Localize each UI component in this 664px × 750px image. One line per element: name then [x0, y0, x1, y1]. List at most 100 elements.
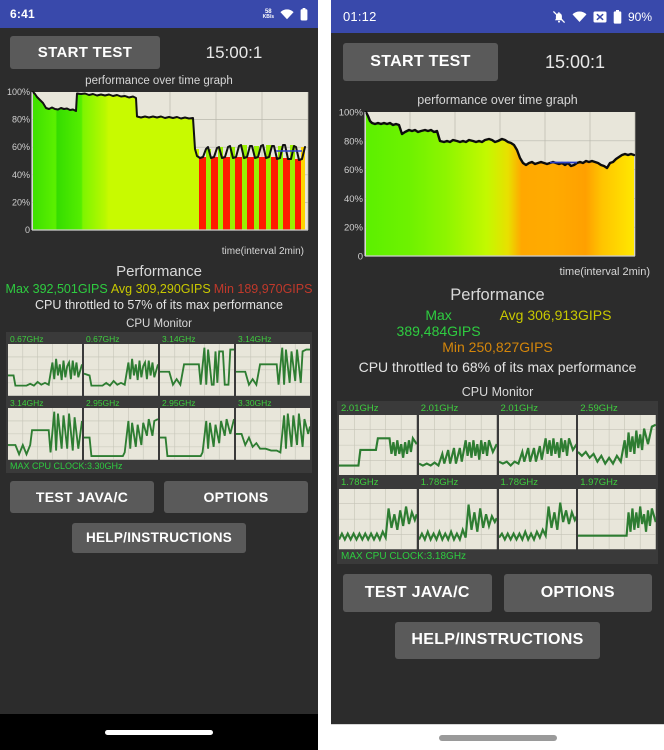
cpu-core-cell: 0.67GHz: [8, 334, 82, 396]
cpu-core-freq: 1.78GHz: [500, 477, 539, 489]
min-gips-value: Min 189,970GIPS: [213, 282, 313, 296]
svg-text:60%: 60%: [12, 142, 30, 152]
action-button-row: TEST JAVA/C OPTIONS: [0, 473, 318, 513]
help-instructions-button[interactable]: HELP/INSTRUCTIONS: [395, 621, 600, 659]
test-java-c-button[interactable]: TEST JAVA/C: [343, 573, 492, 612]
performance-heading: Performance: [450, 286, 545, 304]
options-button[interactable]: OPTIONS: [503, 573, 652, 612]
avg-gips-value: Avg 309,290GIPS: [110, 282, 211, 296]
panel-divider: [318, 0, 331, 750]
svg-text:80%: 80%: [344, 136, 364, 147]
bell-muted-icon: [552, 10, 566, 24]
toolbar-right: START TEST 15:00:1: [331, 33, 664, 87]
performance-chart-left: 100% 80% 60% 40% 20% 0 time(interval 2mi…: [6, 88, 312, 257]
cpu-core-freq: 3.14GHz: [238, 334, 272, 344]
status-bar-left: 6:41 58 KB/s: [0, 0, 318, 28]
status-bar-right: 01:12 90%: [331, 0, 664, 33]
throttle-summary: CPU throttled to 57% of its max performa…: [34, 298, 284, 312]
cpu-core-cell: 3.30GHz: [236, 398, 310, 460]
cpu-core-cell: 2.59GHz: [578, 403, 656, 476]
cpu-monitor-panel: 0.67GHz 0.67GHz 3.14GHz 3.14GHz 3.14GHz …: [6, 332, 312, 473]
cpu-core-cell: 1.78GHz: [339, 477, 417, 550]
svg-text:100%: 100%: [339, 108, 364, 119]
max-gips-value: Max 389,484GIPS: [396, 307, 481, 339]
cpu-core-cell: 1.97GHz: [578, 477, 656, 550]
max-cpu-clock: MAX CPU CLOCK:3.30GHz: [10, 460, 123, 471]
status-bar-clock: 01:12: [343, 9, 377, 24]
svg-text:20%: 20%: [344, 223, 364, 234]
start-test-button[interactable]: START TEST: [10, 36, 160, 69]
cpu-core-freq: 2.95GHz: [86, 397, 120, 408]
cpu-core-freq: 2.01GHz: [420, 403, 459, 414]
max-cpu-clock: MAX CPU CLOCK:3.18GHz: [341, 550, 467, 562]
svg-text:100%: 100%: [7, 88, 30, 97]
cpu-core-cell: 2.95GHz: [160, 398, 234, 460]
no-sim-icon: [593, 11, 607, 23]
performance-chart-right: 100% 80% 60% 40% 20% 0 time(interval 2mi…: [337, 108, 658, 278]
cpu-core-cell: 2.95GHz: [84, 398, 158, 460]
cpu-core-cell: 3.14GHz: [236, 334, 310, 396]
app-content-right: START TEST 15:00:1 performance over time…: [331, 33, 664, 724]
cpu-core-freq: 1.97GHz: [580, 477, 618, 489]
battery-icon: [613, 9, 622, 24]
performance-stats: Max 392,501GIPS Avg 309,290GIPS Min 189,…: [0, 280, 318, 296]
timer-display: 15:00:1: [205, 42, 263, 62]
phone-screen-left: 6:41 58 KB/s START TEST 15:00:1 performa…: [0, 0, 318, 750]
cpu-monitor-panel: 2.01GHz 2.01GHz 2.01GHz 2.59GHz 1.78GHz …: [337, 401, 658, 564]
svg-text:20%: 20%: [12, 197, 30, 207]
system-nav-bar-right: [331, 724, 664, 750]
cpu-core-freq: 2.95GHz: [162, 397, 196, 408]
phone-screen-right: 01:12 90% START TEST 15:00:1 performance…: [331, 0, 664, 750]
svg-text:60%: 60%: [344, 165, 364, 176]
cpu-core-cell: 1.78GHz: [498, 477, 577, 550]
chart-title: performance over time graph: [85, 75, 233, 87]
status-bar-icons: 90%: [552, 9, 652, 24]
wifi-icon: [572, 11, 587, 23]
dual-phone-screenshot: 6:41 58 KB/s START TEST 15:00:1 performa…: [0, 0, 664, 750]
cpu-monitor-heading: CPU Monitor: [126, 318, 192, 330]
cpu-core-grid: 0.67GHz 0.67GHz 3.14GHz 3.14GHz 3.14GHz …: [8, 334, 310, 460]
help-instructions-button[interactable]: HELP/INSTRUCTIONS: [71, 522, 247, 553]
toolbar-left: START TEST 15:00:1: [0, 28, 318, 73]
app-content-left: START TEST 15:00:1 performance over time…: [0, 28, 318, 714]
svg-text:0: 0: [25, 225, 30, 235]
wifi-icon: [280, 8, 294, 20]
min-gips-value: Min 250,827GIPS: [442, 339, 553, 355]
cpu-monitor-heading: CPU Monitor: [461, 385, 534, 399]
home-indicator[interactable]: [438, 734, 557, 741]
test-java-c-button[interactable]: TEST JAVA/C: [10, 480, 154, 513]
home-indicator[interactable]: [105, 729, 213, 735]
performance-stats: Max 389,484GIPS Avg 306,913GIPS Min 250,…: [331, 305, 664, 355]
action-button-row: TEST JAVA/C OPTIONS: [331, 564, 664, 612]
cpu-core-freq: 3.30GHz: [238, 397, 272, 408]
system-nav-bar-left: [0, 714, 318, 750]
max-gips-value: Max 392,501GIPS: [5, 282, 108, 296]
timer-display: 15:00:1: [544, 51, 606, 72]
cpu-core-freq: 3.14GHz: [162, 334, 196, 344]
cpu-core-freq: 0.67GHz: [10, 334, 44, 344]
throttle-summary: CPU throttled to 68% of its max performa…: [358, 359, 637, 375]
cpu-core-freq: 1.78GHz: [420, 477, 459, 489]
cpu-core-freq: 2.01GHz: [500, 403, 539, 414]
status-bar-clock: 6:41: [10, 7, 35, 21]
cpu-core-freq: 2.59GHz: [580, 403, 618, 414]
cpu-core-cell: 2.01GHz: [418, 403, 497, 476]
cpu-core-cell: 2.01GHz: [339, 403, 417, 476]
svg-text:40%: 40%: [12, 170, 30, 180]
cpu-core-cell: 1.78GHz: [418, 477, 497, 550]
svg-text:40%: 40%: [344, 194, 364, 205]
start-test-button[interactable]: START TEST: [343, 43, 498, 81]
performance-heading: Performance: [116, 263, 202, 280]
battery-icon: [300, 7, 308, 21]
cpu-core-cell: 3.14GHz: [160, 334, 234, 396]
status-bar-icons: 58 KB/s: [263, 7, 308, 21]
chart-x-axis-label: time(interval 2min): [221, 246, 304, 257]
svg-text:80%: 80%: [12, 115, 30, 125]
options-button[interactable]: OPTIONS: [164, 480, 308, 513]
avg-gips-value: Avg 306,913GIPS: [499, 307, 612, 323]
help-button-row: HELP/INSTRUCTIONS: [331, 612, 664, 659]
cpu-core-freq: 0.67GHz: [86, 334, 120, 344]
svg-text:0: 0: [358, 252, 363, 263]
performance-chart-svg: 100% 80% 60% 40% 20% 0: [339, 108, 636, 263]
cpu-core-cell: 3.14GHz: [8, 398, 82, 460]
